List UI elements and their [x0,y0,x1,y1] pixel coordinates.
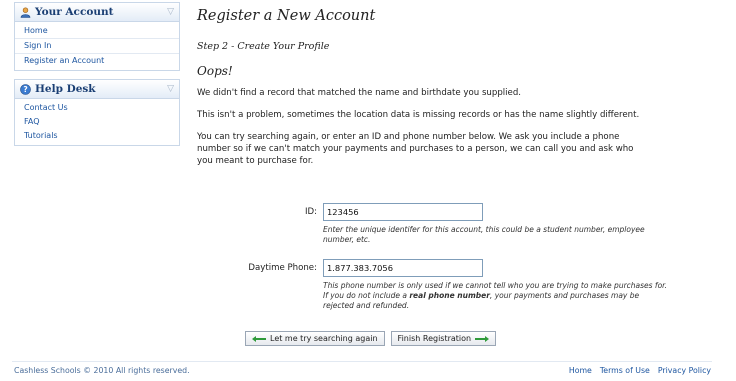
footer-link-home[interactable]: Home [569,366,592,375]
sidebar-link-tutorials[interactable]: Tutorials [15,129,179,143]
not-a-problem-message: This isn't a problem, sometimes the loca… [197,110,640,120]
chevron-down-icon[interactable]: ▽ [167,7,174,17]
help-desk-panel: ? Help Desk ▽ Contact Us FAQ Tutorials [14,79,180,146]
sidebar-link-faq[interactable]: FAQ [15,115,179,129]
sidebar-link-contact[interactable]: Contact Us [15,101,179,115]
search-again-label: Let me try searching again [270,334,378,343]
step-subtitle: Step 2 - Create Your Profile [197,41,330,52]
search-again-button[interactable]: Let me try searching again [245,331,385,346]
main-content: Register a New Account Step 2 - Create Y… [197,0,727,310]
id-help-text: Enter the unique identifer for this acco… [323,225,723,245]
phone-help-line: If you do not include a real phone numbe… [323,291,640,300]
id-help-line: Enter the unique identifer for this acco… [323,225,645,234]
instructions-paragraph: You can try searching again, or enter an… [197,131,727,167]
finish-registration-button[interactable]: Finish Registration [390,331,497,346]
no-record-message: We didn't find a record that matched the… [197,88,522,98]
help-icon: ? [20,83,31,95]
form-actions: Let me try searching again Finish Regist… [245,331,497,346]
instructions-line: you meant to purchase for. [197,156,314,166]
phone-input[interactable] [323,259,483,277]
footer-link-privacy[interactable]: Privacy Policy [658,366,711,375]
oops-heading: Oops! [197,64,233,78]
arrow-right-icon [475,335,490,342]
chevron-down-icon[interactable]: ▽ [167,84,174,94]
sidebar: Your Account ▽ Home Sign In Register an … [14,2,180,154]
footer-copyright: Cashless Schools © 2010 All rights reser… [14,366,190,375]
footer-divider [12,361,712,362]
page-title: Register a New Account [197,8,376,24]
sidebar-link-sign-in[interactable]: Sign In [15,38,179,53]
phone-help-line: This phone number is only used if we can… [323,281,667,290]
instructions-line: number so if we can't match your payment… [197,144,634,154]
instructions-line: You can try searching again, or enter an… [197,132,620,142]
sidebar-link-register[interactable]: Register an Account [15,53,179,68]
sidebar-link-home[interactable]: Home [15,24,179,38]
your-account-title: Your Account [35,6,114,18]
help-desk-title: Help Desk [35,83,96,95]
id-help-line: number, etc. [323,235,371,244]
help-desk-header[interactable]: ? Help Desk ▽ [15,80,179,99]
finish-registration-label: Finish Registration [397,334,472,343]
footer-links: Home Terms of Use Privacy Policy [569,366,711,375]
your-account-panel: Your Account ▽ Home Sign In Register an … [14,2,180,71]
your-account-header[interactable]: Your Account ▽ [15,3,179,22]
id-input[interactable] [323,203,483,221]
arrow-left-icon [252,335,266,342]
svg-text:?: ? [23,85,27,94]
phone-help-line: rejected and refunded. [323,301,410,310]
real-phone-emphasis: real phone number [409,291,490,300]
id-label: ID: [304,207,317,217]
user-icon [20,6,31,18]
phone-label: Daytime Phone: [248,263,317,273]
phone-help-text: This phone number is only used if we can… [323,281,723,311]
footer-link-terms[interactable]: Terms of Use [600,366,650,375]
